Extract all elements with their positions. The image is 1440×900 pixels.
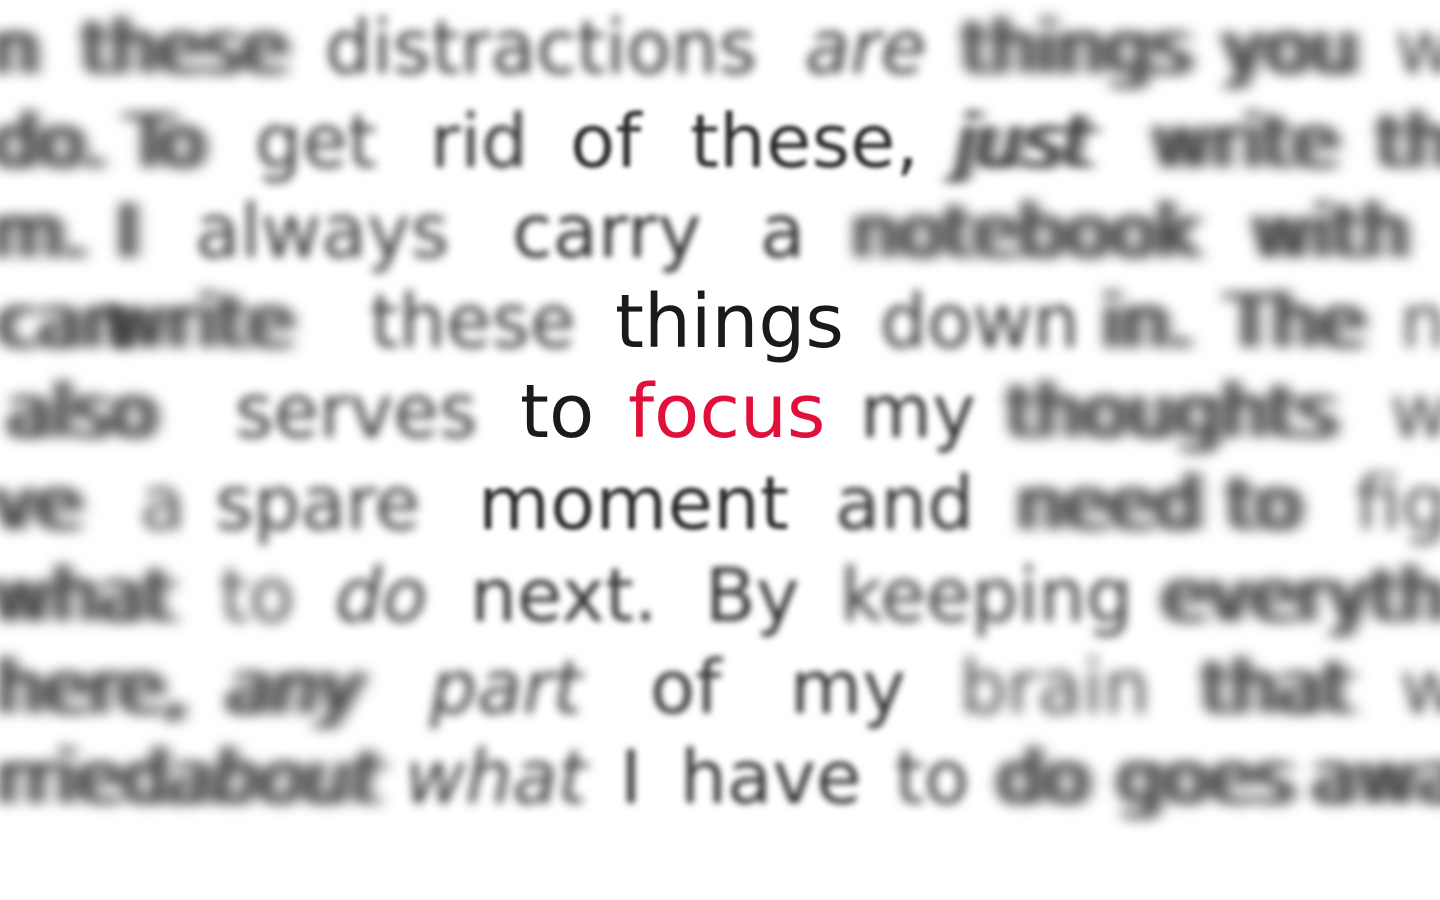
- text-line: here, any part of my brain that w: [0, 642, 1440, 734]
- text-line: can write these things down in. The n: [0, 276, 1440, 368]
- word: things: [960, 5, 1189, 91]
- text-line: also serves to focus my thoughts w: [0, 366, 1440, 458]
- word: what: [0, 553, 172, 639]
- word: always: [195, 189, 450, 275]
- word: I: [115, 189, 137, 275]
- word: wi: [1395, 5, 1440, 91]
- word: keeping: [840, 553, 1133, 639]
- highlighted-word: focus: [628, 369, 826, 455]
- word: brain: [960, 645, 1151, 731]
- word: fig: [1355, 461, 1440, 547]
- word: just: [955, 99, 1091, 185]
- word: rried: [0, 735, 168, 821]
- word: of: [650, 645, 722, 731]
- word: in.: [1100, 279, 1191, 365]
- word: To: [125, 99, 203, 185]
- word: th: [1375, 99, 1440, 185]
- word: w: [1400, 645, 1440, 731]
- blurred-text-background: n these distractions are things you wi d…: [0, 0, 1440, 900]
- word: and: [835, 461, 975, 547]
- word: spare: [215, 461, 421, 547]
- word: The: [1225, 279, 1363, 365]
- word: here,: [0, 645, 186, 731]
- word: next.: [470, 553, 658, 639]
- word: that: [1200, 645, 1351, 731]
- word: get: [255, 99, 377, 185]
- word: thoughts: [1005, 369, 1335, 455]
- word: with: [1250, 189, 1407, 275]
- word: I: [620, 735, 642, 821]
- word: to: [895, 735, 970, 821]
- word: these,: [690, 99, 920, 185]
- word: do.: [0, 99, 105, 185]
- text-line: n these distractions are things you wi: [0, 2, 1440, 94]
- word: w: [1390, 369, 1440, 455]
- word: goes: [1115, 735, 1292, 821]
- word: you: [1220, 5, 1356, 91]
- word: By: [705, 553, 800, 639]
- text-line: rried about what I have to do goes awa: [0, 732, 1440, 824]
- word: distractions: [325, 5, 757, 91]
- word: about: [165, 735, 379, 821]
- word: things: [615, 279, 844, 365]
- word: part: [430, 645, 582, 731]
- word: need: [1015, 461, 1200, 547]
- word: m.: [0, 189, 86, 275]
- word: of: [570, 99, 642, 185]
- word: ve: [0, 461, 80, 547]
- word: any: [225, 645, 362, 731]
- word: these: [80, 5, 286, 91]
- word: serves: [235, 369, 478, 455]
- text-line: m. I always carry a notebook with: [0, 186, 1440, 278]
- word: write: [105, 279, 292, 365]
- word: carry: [512, 189, 702, 275]
- word: what: [405, 735, 587, 821]
- text-line: do. To get rid of these, just write th: [0, 96, 1440, 188]
- word: down: [880, 279, 1080, 365]
- word: n: [1400, 279, 1440, 365]
- word: a: [140, 461, 186, 547]
- text-line: ve a spare moment and need to fig: [0, 458, 1440, 550]
- word: n: [0, 5, 37, 91]
- word: to: [1225, 461, 1300, 547]
- word: do: [995, 735, 1088, 821]
- bottom-fade: [0, 830, 1440, 900]
- text-line: what to do next. By keeping everyth: [0, 550, 1440, 642]
- word: to: [220, 553, 295, 639]
- word: a: [760, 189, 806, 275]
- word: awa: [1310, 735, 1440, 821]
- word: notebook: [850, 189, 1198, 275]
- word: these: [370, 279, 576, 365]
- word: my: [860, 369, 976, 455]
- word: everyth: [1160, 553, 1440, 639]
- word: write: [1150, 99, 1337, 185]
- word: rid: [430, 99, 528, 185]
- word: have: [680, 735, 862, 821]
- word: to: [520, 369, 595, 455]
- word: are: [805, 5, 927, 91]
- word: also: [5, 369, 155, 455]
- word: do: [335, 553, 428, 639]
- word: moment: [478, 461, 789, 547]
- word: my: [790, 645, 906, 731]
